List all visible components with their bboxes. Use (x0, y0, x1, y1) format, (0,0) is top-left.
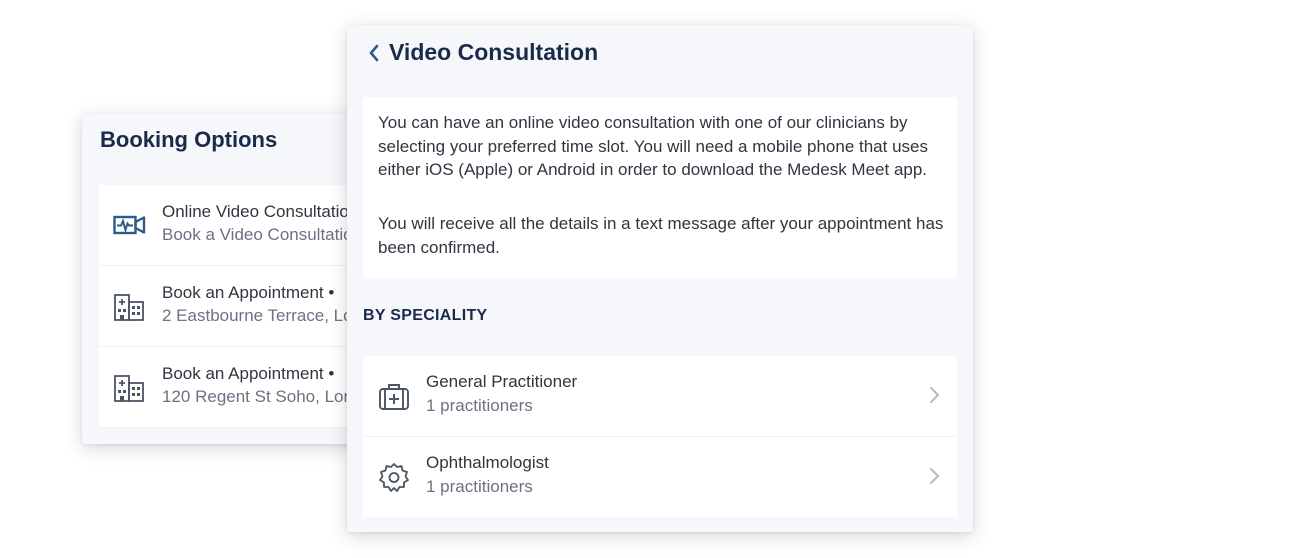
booking-option-appointment-eastbourne[interactable]: Book an Appointment • 2 Eastbourne Terra… (99, 266, 382, 347)
chevron-right-icon (927, 384, 941, 406)
speciality-list: General Practitioner 1 practitioners Oph… (363, 356, 957, 517)
speciality-item-general-practitioner[interactable]: General Practitioner 1 practitioners (363, 356, 957, 437)
gear-icon (377, 460, 411, 494)
booking-option-appointment-regent[interactable]: Book an Appointment • 120 Regent St Soho… (99, 347, 382, 428)
video-icon (113, 211, 147, 241)
booking-options-list: Online Video Consultation Book a Video C… (99, 185, 382, 428)
page-title: Video Consultation (389, 39, 599, 65)
speciality-name: Ophthalmologist (426, 453, 549, 472)
info-paragraph: You can have an online video consultatio… (378, 113, 928, 179)
video-consultation-panel: Video Consultation You can have an onlin… (347, 25, 973, 532)
back-button[interactable] (367, 40, 387, 66)
info-box: You can have an online video consultatio… (363, 97, 957, 278)
panel-header: Video Consultation (367, 39, 598, 66)
practitioner-count: 1 practitioners (426, 477, 533, 496)
booking-options-title: Booking Options (100, 127, 278, 152)
medical-kit-icon (377, 379, 411, 413)
booking-option-title: Online Video Consultation (162, 202, 359, 221)
building-icon (113, 292, 147, 322)
practitioner-count: 1 practitioners (426, 396, 533, 415)
booking-options-panel: Booking Options Online Video Consultatio… (82, 114, 382, 444)
speciality-item-ophthalmologist[interactable]: Ophthalmologist 1 practitioners (363, 437, 957, 517)
booking-option-video[interactable]: Online Video Consultation Book a Video C… (99, 185, 382, 266)
chevron-left-icon (369, 44, 379, 61)
info-paragraph: You will receive all the details in a te… (378, 214, 944, 257)
chevron-right-icon (927, 465, 941, 487)
booking-option-subtitle: Book a Video Consultation (162, 225, 363, 244)
speciality-name: General Practitioner (426, 372, 578, 391)
section-label: BY SPECIALITY (363, 307, 488, 324)
building-icon (113, 373, 147, 403)
